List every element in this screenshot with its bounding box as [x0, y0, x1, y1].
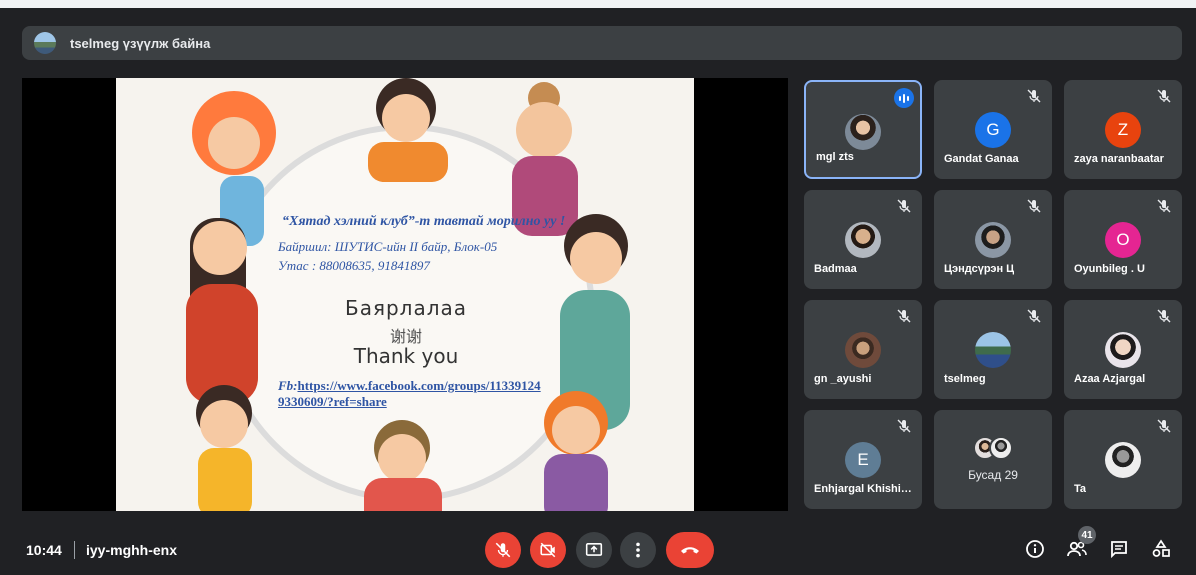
slide-phone: Утас : 88008635, 91841897: [278, 258, 430, 273]
mic-off-icon: [1027, 199, 1041, 213]
presenting-banner: tselmeg үзүүлж байна: [22, 26, 1182, 60]
slide-fb-url-2: 9330609/?ref=share: [278, 394, 387, 409]
avatar-initial: Z: [1117, 120, 1129, 139]
participant-tile[interactable]: E Enhjargal Khishigsuren: [804, 410, 922, 509]
avatar-initial: E: [857, 450, 869, 469]
participant-name: Ta: [1074, 483, 1087, 495]
activities-button[interactable]: [1148, 536, 1174, 562]
mic-off-icon: [1027, 309, 1041, 323]
avatar: [845, 332, 881, 368]
slide-facebook-link: Fb:https://www.facebook.com/groups/11339…: [278, 378, 541, 410]
participant-name: Oyunbileg . U: [1074, 263, 1145, 275]
avatar: [989, 436, 1013, 460]
participant-tile[interactable]: mgl zts: [804, 80, 922, 179]
participant-tile[interactable]: Ta: [1064, 410, 1182, 509]
clock: 10:44: [26, 542, 62, 558]
mic-off-icon: [1157, 309, 1171, 323]
presentation-stage[interactable]: “Хятад хэлний клуб”-т тавтай морилно уу …: [22, 78, 788, 511]
participant-name: Azaa Azjargal: [1074, 373, 1146, 385]
avatar: [975, 332, 1011, 368]
speaking-indicator-icon: [894, 88, 914, 108]
slide-thanks-english: Thank you: [353, 344, 459, 368]
participant-name: mgl zts: [816, 151, 854, 163]
slide-address: Байршил: ШУТИС-ийн II байр, Блок-05: [278, 239, 498, 254]
microphone-toggle-button[interactable]: [485, 532, 521, 568]
slide-heading: “Хятад хэлний клуб”-т тавтай морилно уу …: [282, 214, 566, 229]
meeting-details-button[interactable]: [1022, 536, 1048, 562]
avatar: [845, 114, 881, 150]
avatar-initial: O: [1116, 230, 1130, 249]
mic-off-icon: [897, 199, 911, 213]
camera-off-icon: [540, 542, 556, 558]
chat-button[interactable]: [1106, 536, 1132, 562]
browser-top-strip: [0, 0, 1196, 8]
slide-fb-prefix: Fb:: [278, 378, 298, 393]
participant-tile[interactable]: gn _ayushi: [804, 300, 922, 399]
leave-call-button[interactable]: [666, 532, 714, 568]
activities-icon: [1152, 539, 1170, 557]
slide-illustration: [186, 78, 630, 511]
participant-tile[interactable]: G Gandat Ganaa: [934, 80, 1052, 179]
avatar-initial: G: [986, 120, 1000, 139]
mic-off-icon: [1157, 89, 1171, 103]
more-options-button[interactable]: [620, 532, 656, 568]
slide-fb-url-1: https://www.facebook.com/groups/11339124: [297, 378, 541, 393]
shared-slide: “Хятад хэлний клуб”-т тавтай морилно уу …: [116, 78, 694, 511]
present-icon: [585, 543, 603, 556]
participant-name: tselmeg: [944, 373, 986, 385]
hang-up-icon: [681, 547, 699, 554]
avatar: [975, 222, 1011, 258]
mic-off-icon: [1157, 419, 1171, 433]
participant-name: zaya naranbaatar: [1074, 153, 1164, 165]
mic-off-icon: [897, 419, 911, 433]
participant-tile[interactable]: Z zaya naranbaatar: [1064, 80, 1182, 179]
camera-toggle-button[interactable]: [530, 532, 566, 568]
others-count-label: Бусад 29: [968, 468, 1018, 482]
participant-name: Enhjargal Khishigsuren: [814, 483, 918, 495]
participant-name: Gandat Ganaa: [944, 153, 1019, 165]
presenting-label: tselmeg үзүүлж байна: [70, 35, 211, 51]
avatar: [845, 222, 881, 258]
mic-off-icon: [1027, 89, 1041, 103]
participant-name: Цэндсүрэн Ц: [944, 263, 1015, 275]
control-bar: 10:44 iyy-mghh-enx 41: [0, 526, 1196, 575]
avatar: G: [975, 112, 1011, 148]
avatar: [1105, 332, 1141, 368]
others-tile[interactable]: Бусад 29: [934, 410, 1052, 509]
mic-off-icon: [495, 542, 511, 558]
avatar: [1105, 442, 1141, 478]
divider: [74, 541, 75, 559]
presenter-avatar: [34, 32, 56, 54]
avatar: E: [845, 442, 881, 478]
participant-count-badge: 41: [1078, 526, 1096, 544]
info-icon: [1026, 540, 1044, 558]
mic-off-icon: [1157, 199, 1171, 213]
participant-tile[interactable]: tselmeg: [934, 300, 1052, 399]
participant-tile[interactable]: Цэндсүрэн Ц: [934, 190, 1052, 289]
others-avatars: [971, 436, 1015, 462]
more-vert-icon: [636, 542, 640, 558]
mic-off-icon: [897, 309, 911, 323]
participant-name: gn _ayushi: [814, 373, 872, 385]
avatar: O: [1105, 222, 1141, 258]
meeting-code: iyy-mghh-enx: [86, 542, 178, 558]
chat-icon: [1111, 541, 1127, 559]
participant-tile[interactable]: Badmaa: [804, 190, 922, 289]
participant-tile[interactable]: O Oyunbileg . U: [1064, 190, 1182, 289]
avatar: Z: [1105, 112, 1141, 148]
participant-name: Badmaa: [814, 263, 857, 275]
participant-tile[interactable]: Azaa Azjargal: [1064, 300, 1182, 399]
present-screen-button[interactable]: [576, 532, 612, 568]
slide-thanks-mongolian: Баярлалаа: [344, 296, 468, 320]
